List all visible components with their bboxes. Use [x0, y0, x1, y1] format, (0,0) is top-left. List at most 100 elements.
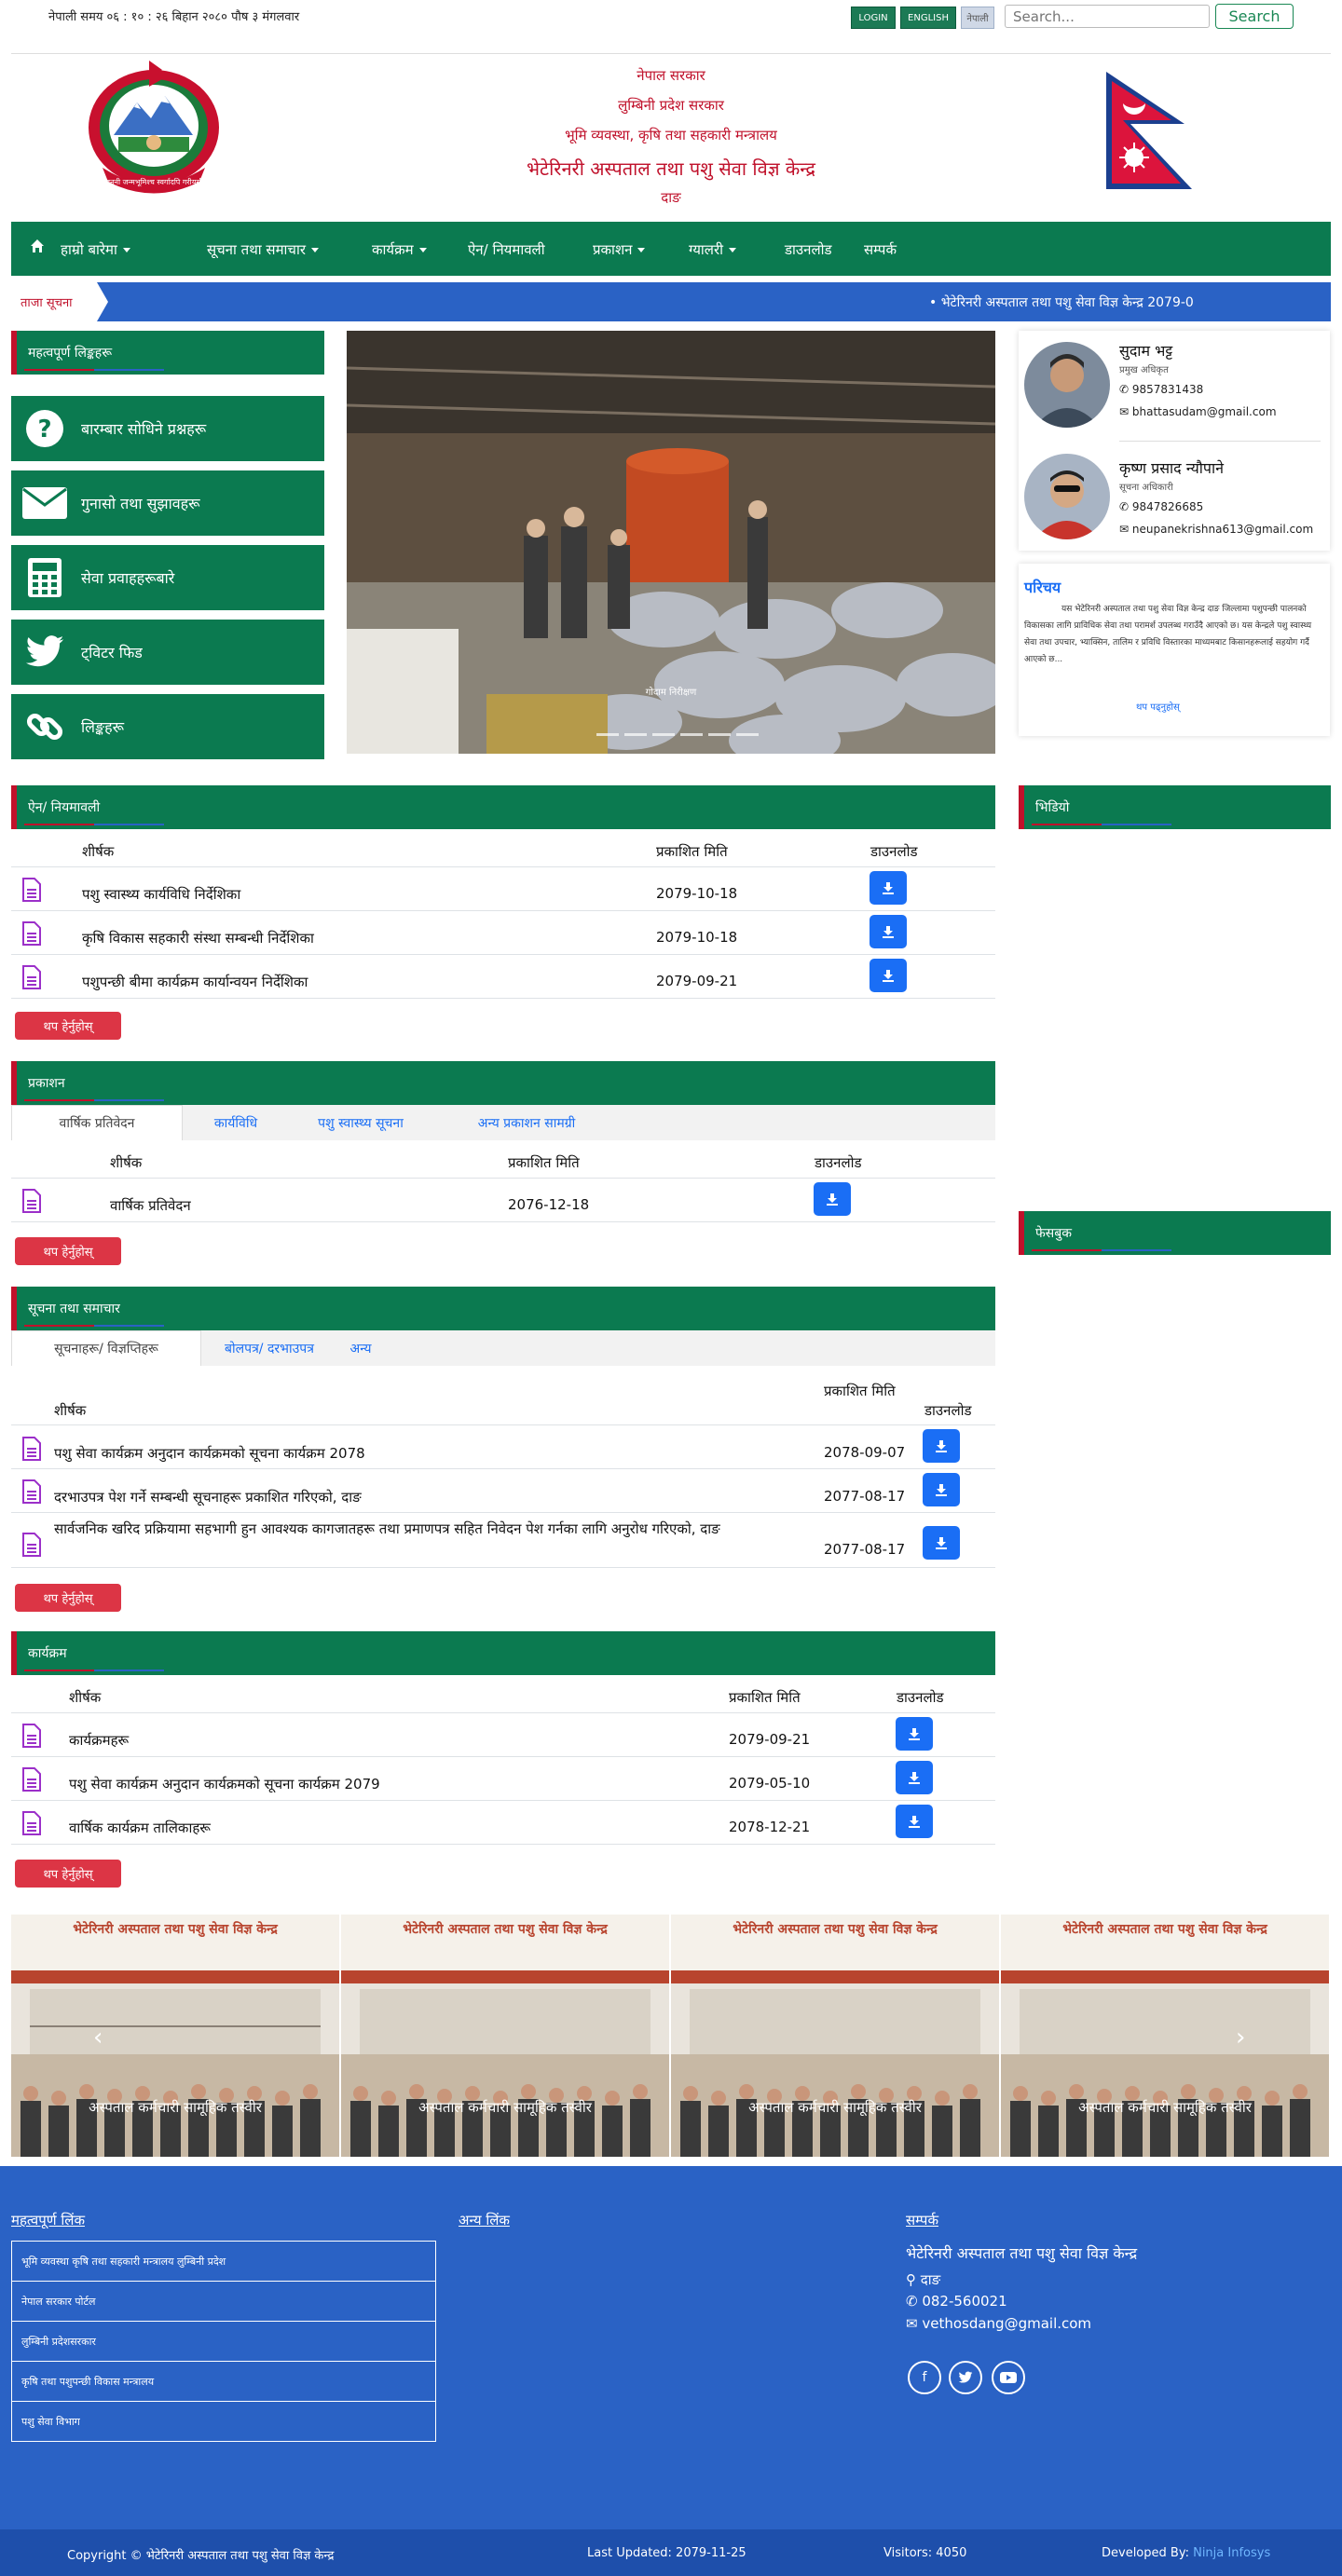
download-button[interactable]: [896, 1717, 933, 1751]
english-button[interactable]: ENGLISH: [900, 7, 956, 29]
tab-annual-report[interactable]: वार्षिक प्रतिवेदन: [11, 1105, 183, 1140]
divider: [11, 1221, 995, 1222]
footer-link[interactable]: भूमि व्यवस्था कृषि तथा सहकारी मन्त्रालय …: [11, 2241, 436, 2282]
nav-programs[interactable]: कार्यक्रम: [372, 240, 427, 259]
video-section-title: भिडियो: [1035, 800, 1070, 815]
email-row: ✉ bhattasudam@gmail.com: [1119, 405, 1277, 418]
tab-others[interactable]: अन्य: [337, 1330, 384, 1366]
download-button[interactable]: [923, 1473, 960, 1506]
quick-link-grievance[interactable]: गुनासो तथा सुझावहरू: [11, 470, 324, 536]
row-title[interactable]: दरभाउपत्र पेश गर्ने सम्बन्धी सूचनाहरू प्…: [54, 1488, 362, 1506]
group-photo: [11, 1915, 339, 2157]
download-button[interactable]: [870, 915, 907, 948]
download-button[interactable]: [870, 871, 907, 905]
view-more-button[interactable]: थप हेर्नुहोस्: [15, 1237, 121, 1265]
quick-link-links[interactable]: लिङ्कहरू: [11, 694, 324, 759]
nav-publications[interactable]: प्रकाशन: [593, 240, 645, 259]
developer-link[interactable]: Ninja Infosys: [1193, 2546, 1270, 2560]
tab-health-info[interactable]: पशु स्वास्थ्य सूचना: [289, 1105, 432, 1140]
gallery-image[interactable]: भेटेरिनरी अस्पताल तथा पशु सेवा विज्ञ केन…: [11, 1915, 339, 2157]
question-icon: ?: [21, 407, 69, 450]
nav-gallery[interactable]: ग्यालरी: [689, 240, 736, 259]
row-title[interactable]: पशुपन्छी बीमा कार्यक्रम कार्यान्वयन निर्…: [82, 973, 308, 991]
row-title[interactable]: वार्षिक प्रतिवेदन: [110, 1196, 191, 1215]
envelope-icon: ✉: [906, 2315, 923, 2332]
search-button[interactable]: Search: [1215, 4, 1294, 29]
footer-phone: ✆ 082-560021: [906, 2293, 1007, 2310]
image-slider[interactable]: गोदाम निरीक्षण: [347, 331, 995, 754]
footer-link[interactable]: कृषि तथा पशुपन्छी विकास मन्त्रालय: [11, 2361, 436, 2402]
group-photo: [671, 1915, 999, 2157]
row-title[interactable]: कार्यक्रमहरू: [69, 1731, 129, 1750]
acts-section-header: ऐन/ नियमावली: [11, 785, 995, 829]
footer-link[interactable]: लुम्बिनी प्रदेशसरकार: [11, 2321, 436, 2362]
row-title[interactable]: पशु सेवा कार्यक्रम अनुदान कार्यक्रमको सू…: [69, 1775, 380, 1793]
divider: [11, 1424, 995, 1425]
download-button[interactable]: [896, 1761, 933, 1794]
youtube-icon[interactable]: [992, 2361, 1025, 2394]
nav-notices[interactable]: सूचना तथा समाचार: [207, 240, 319, 259]
nav-contact[interactable]: सम्पर्क: [864, 240, 897, 259]
gallery-next-icon[interactable]: ›: [1236, 2024, 1245, 2051]
download-button[interactable]: [870, 959, 907, 992]
ticker-text[interactable]: • भेटेरिनरी अस्पताल तथा पशु सेवा विज्ञ क…: [929, 293, 1237, 311]
gallery-image[interactable]: भेटेरिनरी अस्पताल तथा पशु सेवा विज्ञ केन…: [671, 1915, 999, 2157]
nepali-button[interactable]: नेपाली: [961, 7, 994, 29]
divider: [11, 1712, 995, 1713]
header-line-1: नेपाल सरकार: [637, 67, 705, 84]
tab-notices[interactable]: सूचनाहरू/ विज्ञप्तिहरू: [11, 1330, 201, 1366]
gallery-prev-icon[interactable]: ‹: [93, 2024, 103, 2051]
header-line-3: भूमि व्यवस्था, कृषि तथा सहकारी मन्त्रालय: [565, 127, 777, 143]
read-more-link[interactable]: थप पढ्नुहोस्: [1136, 700, 1180, 713]
facebook-icon[interactable]: f: [908, 2361, 941, 2394]
quick-link-twitter[interactable]: ट्विटर फिड: [11, 620, 324, 685]
document-icon: [22, 1479, 41, 1504]
row-title[interactable]: कृषि विकास सहकारी संस्था सम्बन्धी निर्दे…: [82, 929, 314, 947]
group-photo: [341, 1915, 669, 2157]
twitter-icon[interactable]: [949, 2361, 982, 2394]
nav-acts[interactable]: ऐन/ नियमावली: [468, 240, 545, 259]
tab-other-publications[interactable]: अन्य प्रकाशन सामग्री: [438, 1105, 615, 1140]
login-button[interactable]: LOGIN: [851, 7, 896, 29]
facebook-section-title: फेसबुक: [1035, 1226, 1073, 1241]
email-text[interactable]: vethosdang@gmail.com: [922, 2315, 1091, 2332]
download-button[interactable]: [896, 1805, 933, 1838]
staff-email[interactable]: neupanekrishna613@gmail.com: [1132, 523, 1313, 536]
footer-link[interactable]: पशु सेवा विभाग: [11, 2401, 436, 2442]
avatar: [1024, 342, 1110, 428]
quick-link-faq[interactable]: ? बारम्बार सोधिने प्रश्नहरू: [11, 396, 324, 461]
staff-role: प्रमुख अधिकृत: [1119, 365, 1169, 375]
download-button[interactable]: [923, 1526, 960, 1560]
home-icon[interactable]: [30, 239, 45, 257]
row-title[interactable]: पशु सेवा कार्यक्रम अनुदान कार्यक्रमको सू…: [54, 1444, 365, 1463]
download-button[interactable]: [923, 1429, 960, 1463]
staff-email[interactable]: bhattasudam@gmail.com: [1132, 405, 1277, 418]
row-title[interactable]: वार्षिक कार्यक्रम तालिकाहरू: [69, 1819, 211, 1837]
col-date: प्रकाशित मिति: [824, 1383, 896, 1399]
search-input[interactable]: [1005, 5, 1210, 28]
view-more-button[interactable]: थप हेर्नुहोस्: [15, 1012, 121, 1040]
download-button[interactable]: [814, 1182, 851, 1216]
document-icon: [22, 878, 41, 902]
gallery-image[interactable]: भेटेरिनरी अस्पताल तथा पशु सेवा विज्ञ केन…: [341, 1915, 669, 2157]
header-location: दाङ: [661, 189, 681, 206]
gallery-image[interactable]: भेटेरिनरी अस्पताल तथा पशु सेवा विज्ञ केन…: [1001, 1915, 1329, 2157]
tab-tenders[interactable]: बोलपत्र/ दरभाउपत्र: [207, 1330, 332, 1366]
row-date: 2077-08-17: [824, 1488, 906, 1505]
view-more-button[interactable]: थप हेर्नुहोस्: [15, 1860, 121, 1888]
col-title: शीर्षक: [110, 1154, 143, 1171]
calculator-icon: [21, 556, 69, 599]
phone-icon: ✆: [1119, 383, 1132, 396]
divider: [1119, 441, 1321, 442]
acts-section-title: ऐन/ नियमावली: [28, 800, 101, 815]
programs-section-title: कार्यक्रम: [28, 1646, 67, 1661]
download-icon: [883, 882, 894, 894]
nav-about[interactable]: हाम्रो बारेमा: [61, 240, 130, 259]
footer-link[interactable]: नेपाल सरकार पोर्टल: [11, 2281, 436, 2322]
nav-download[interactable]: डाउनलोड: [785, 240, 832, 259]
row-title[interactable]: सार्वजनिक खरिद प्रक्रियामा सहभागी हुन आव…: [54, 1519, 818, 1539]
view-more-button[interactable]: थप हेर्नुहोस्: [15, 1584, 121, 1612]
row-title[interactable]: पशु स्वास्थ्य कार्यविधि निर्देशिका: [82, 885, 240, 904]
tab-procedures[interactable]: कार्यविधि: [188, 1105, 283, 1140]
quick-link-services[interactable]: सेवा प्रवाहहरूबारे: [11, 545, 324, 610]
